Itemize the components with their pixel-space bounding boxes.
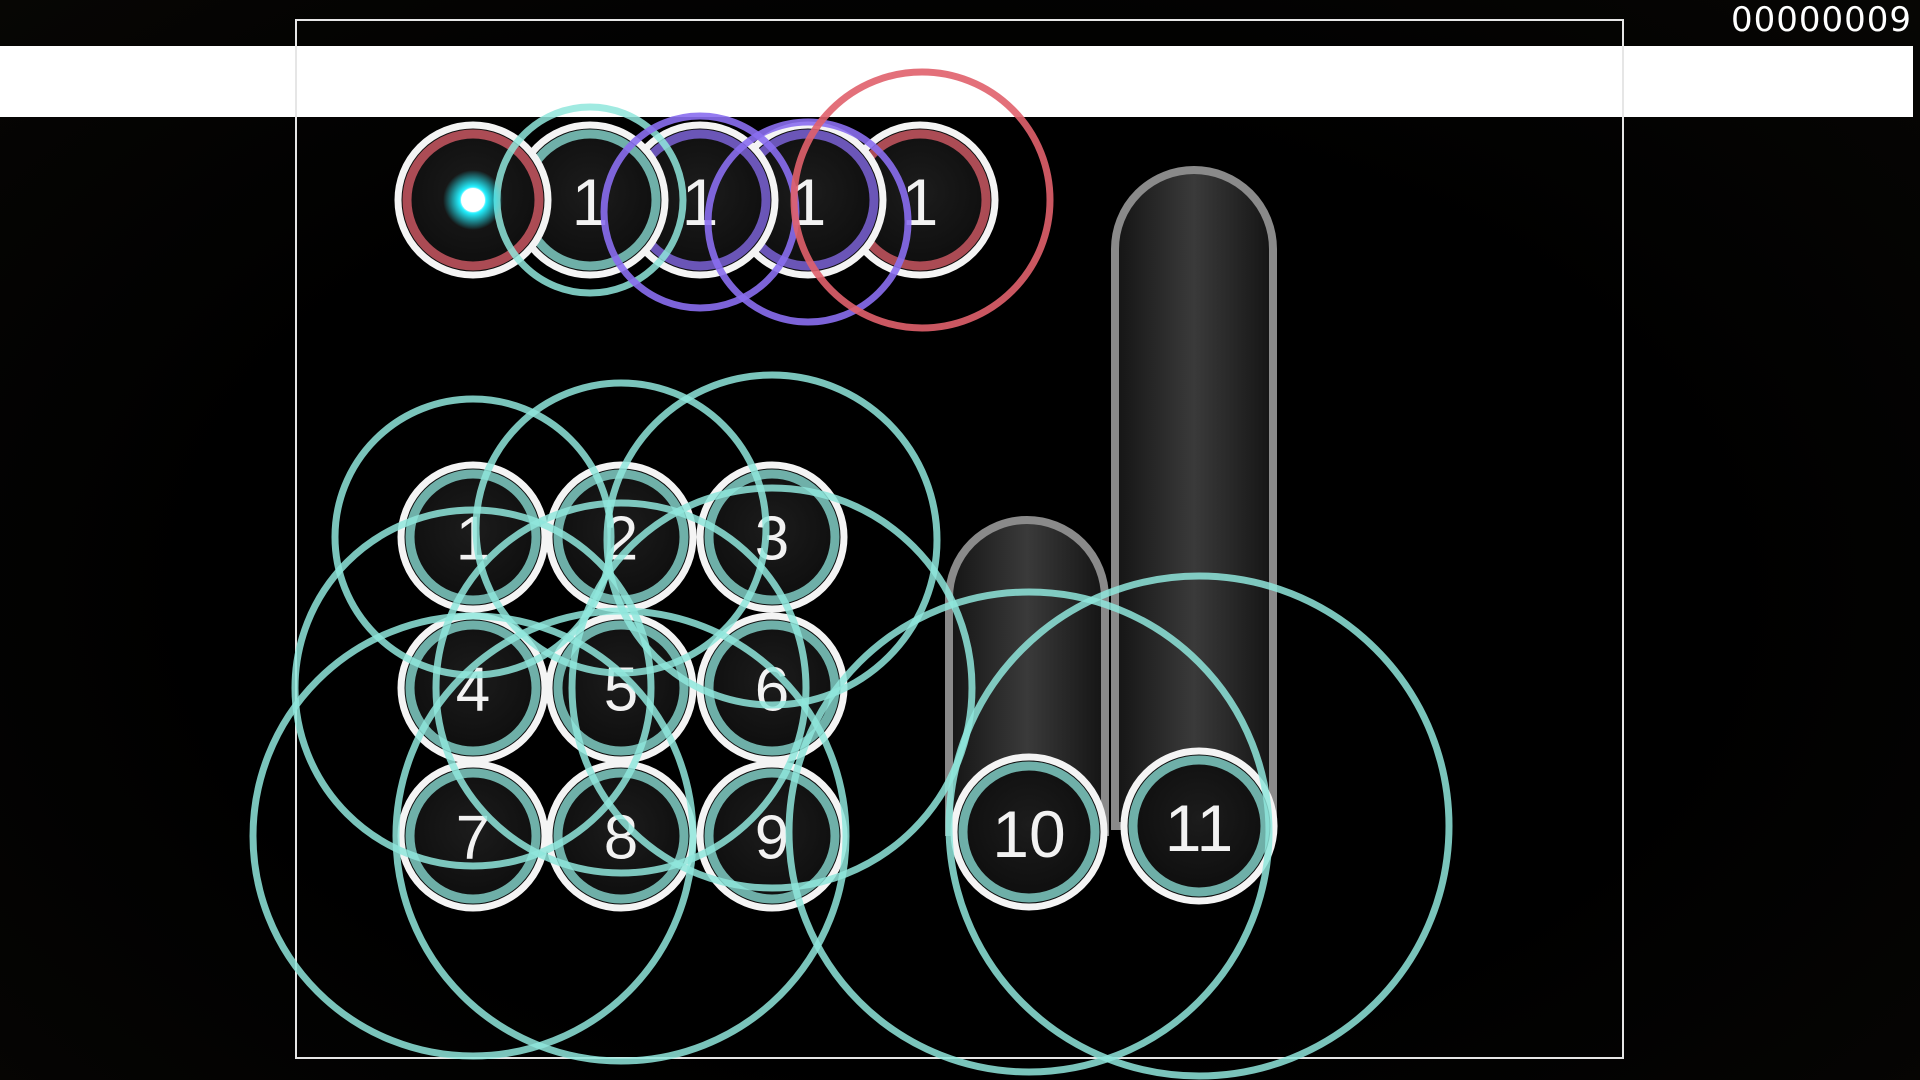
slider-head-11[interactable]: 11 (1120, 747, 1278, 905)
hit-circle-7[interactable]: 7 (397, 760, 549, 912)
slider-head-10-number: 10 (992, 797, 1065, 871)
slider-body-11[interactable] (1111, 166, 1277, 830)
cursor-layer (443, 170, 503, 230)
slider-head-11-number: 11 (1165, 791, 1234, 865)
sliders-layer (945, 166, 1277, 836)
slider-head-10[interactable]: 10 (950, 753, 1108, 911)
playfield[interactable]: 111198765432110 11 (0, 0, 1920, 1080)
game-screen: 00000009 1 1 1 1 9 8 7 6 5 4 3 2 1 10 11 (0, 0, 1920, 1080)
cursor (461, 188, 485, 212)
